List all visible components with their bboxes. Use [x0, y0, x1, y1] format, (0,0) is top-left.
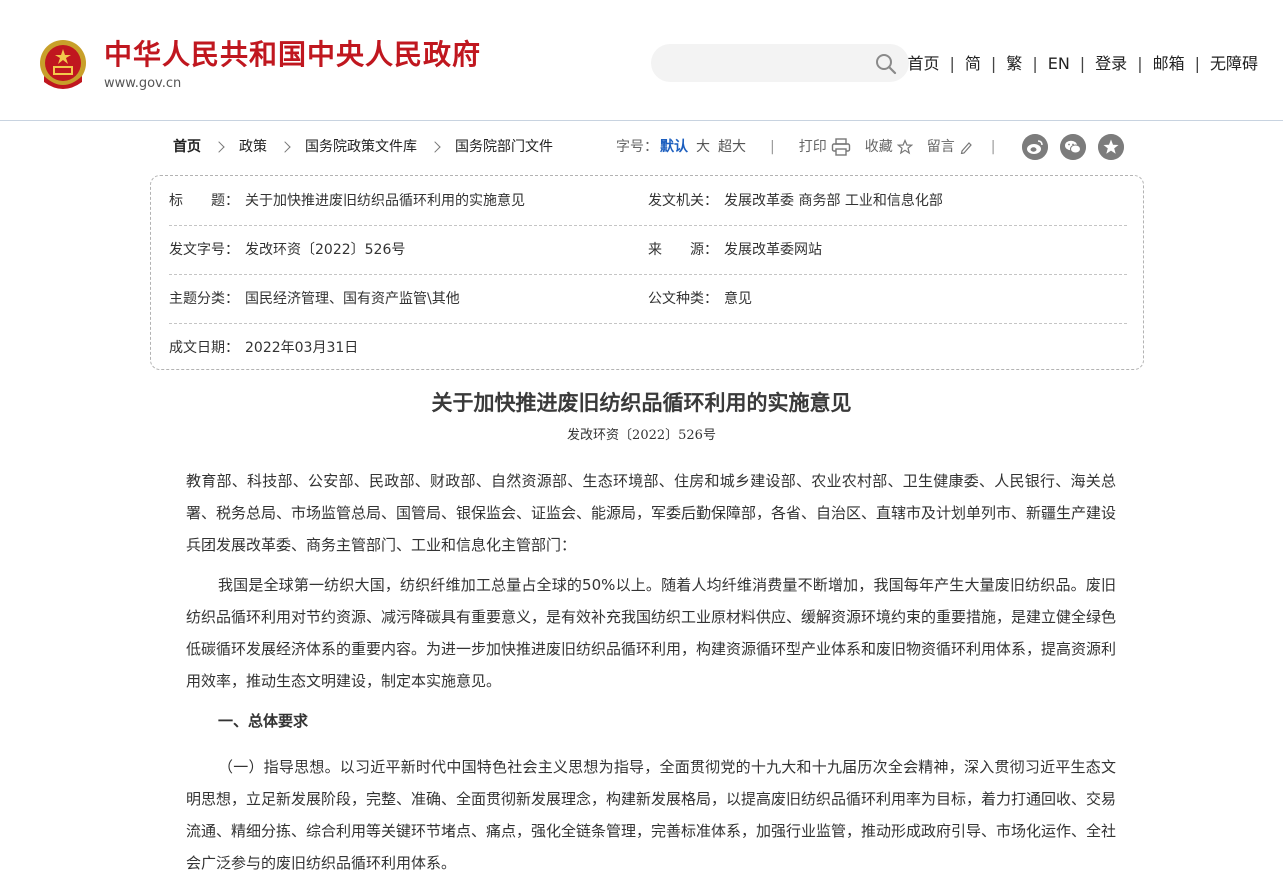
- printer-icon: [831, 138, 850, 156]
- meta-topic: 主题分类： 国民经济管理、国有资产监管\其他: [169, 289, 460, 309]
- meta-row: 主题分类： 国民经济管理、国有资产监管\其他 公文种类： 意见: [169, 274, 1127, 324]
- toolbar-separator: |: [990, 139, 996, 155]
- document-meta-box: 标 题： 关于加快推进废旧纺织品循环利用的实施意见 发文机关： 发展改革委 商务部 …: [150, 175, 1144, 370]
- search-input[interactable]: [667, 52, 871, 76]
- meta-label: 发文字号：: [169, 242, 239, 258]
- font-size-large[interactable]: 大: [696, 136, 710, 158]
- print-label: 打印: [798, 139, 827, 155]
- article-docno: 发改环资〔2022〕526号: [567, 428, 716, 443]
- meta-value: 意见: [724, 291, 752, 307]
- meta-label: 主题分类：: [169, 291, 239, 307]
- font-size-xlarge[interactable]: 超大: [718, 136, 746, 158]
- article-intro: 我国是全球第一纺织大国，纺织纤维加工总量占全球的50%以上。随着人均纤维消费量不…: [186, 576, 1117, 690]
- meta-value: 关于加快推进废旧纺织品循环利用的实施意见: [245, 193, 525, 209]
- meta-row: 标 题： 关于加快推进废旧纺织品循环利用的实施意见 发文机关： 发展改革委 商务部 …: [169, 176, 1127, 226]
- favorite-star-icon[interactable]: [1098, 134, 1124, 160]
- meta-label: 公文种类：: [648, 291, 718, 307]
- meta-row: 成文日期： 2022年03月31日: [169, 323, 1127, 372]
- breadcrumb-department-docs[interactable]: 国务院部门文件: [455, 136, 553, 158]
- weibo-icon[interactable]: [1022, 134, 1048, 160]
- meta-docno: 发文字号： 发改环资〔2022〕526号: [169, 240, 405, 260]
- toolbar-separator: |: [770, 139, 775, 155]
- article-toolbar: 字号： 默认 大 超大 | 打印 收藏 留言 |: [616, 136, 995, 158]
- comment-button[interactable]: 留言: [927, 136, 973, 158]
- nav-separator: |: [1194, 54, 1200, 73]
- nav-mail[interactable]: 邮箱: [1153, 52, 1185, 76]
- meta-value: 发改环资〔2022〕526号: [245, 242, 406, 258]
- section-heading: 一、总体要求: [218, 712, 309, 730]
- meta-date: 成文日期： 2022年03月31日: [169, 338, 358, 358]
- nav-traditional[interactable]: 繁: [1006, 52, 1022, 76]
- breadcrumb-home[interactable]: 首页: [173, 136, 201, 158]
- nav-simplified[interactable]: 简: [965, 52, 981, 76]
- site-name[interactable]: 中华人民共和国中央人民政府: [104, 37, 481, 73]
- site-url[interactable]: www.gov.cn: [104, 75, 181, 93]
- breadcrumb: 首页 政策 国务院政策文件库 国务院部门文件: [173, 136, 553, 158]
- comment-label: 留言: [926, 139, 955, 155]
- nav-english[interactable]: EN: [1048, 52, 1070, 76]
- nav-separator: |: [1032, 54, 1038, 73]
- nav-home[interactable]: 首页: [907, 52, 939, 76]
- nav-login[interactable]: 登录: [1095, 52, 1127, 76]
- favorite-button[interactable]: 收藏: [865, 136, 913, 158]
- meta-label: 标 题：: [169, 193, 239, 209]
- nav-accessibility[interactable]: 无障碍: [1210, 52, 1258, 76]
- nav-separator: |: [1137, 54, 1143, 73]
- nav-separator: |: [990, 54, 997, 73]
- search-icon[interactable]: [875, 53, 897, 75]
- chevron-right-icon: [213, 141, 225, 153]
- meta-source: 来 源： 发展改革委网站: [648, 240, 822, 260]
- meta-row: 发文字号： 发改环资〔2022〕526号 来 源： 发展改革委网站: [169, 225, 1127, 275]
- article-title: 关于加快推进废旧纺织品循环利用的实施意见: [431, 390, 852, 415]
- pencil-icon: [960, 142, 972, 154]
- meta-value: 发展改革委 商务部 工业和信息化部: [724, 193, 943, 209]
- article-paragraph: （一）指导思想。以习近平新时代中国特色社会主义思想为指导，全面贯彻党的十九大和十…: [186, 758, 1117, 872]
- meta-issuer: 发文机关： 发展改革委 商务部 工业和信息化部: [648, 191, 943, 211]
- font-size-default[interactable]: 默认: [660, 136, 688, 158]
- meta-label: 来 源：: [648, 242, 718, 258]
- meta-label: 发文机关：: [648, 193, 718, 209]
- breadcrumb-policy-library[interactable]: 国务院政策文件库: [305, 136, 417, 158]
- print-button[interactable]: 打印: [799, 136, 851, 158]
- chevron-right-icon: [429, 141, 441, 153]
- meta-label: 成文日期：: [169, 340, 239, 356]
- top-nav: 首页 | 简 | 繁 | EN | 登录 | 邮箱 | 无障碍: [907, 52, 1258, 76]
- site-header: 中华人民共和国中央人民政府 www.gov.cn 首页 | 简 | 繁 | EN…: [0, 0, 1283, 121]
- favorite-label: 收藏: [864, 139, 893, 155]
- meta-type: 公文种类： 意见: [648, 289, 752, 309]
- nav-separator: |: [1079, 54, 1086, 73]
- meta-value: 国民经济管理、国有资产监管\其他: [245, 291, 460, 307]
- meta-title: 标 题： 关于加快推进废旧纺织品循环利用的实施意见: [169, 191, 525, 211]
- font-size-label: 字号：: [616, 139, 658, 155]
- article-addressee: 教育部、科技部、公安部、民政部、财政部、自然资源部、生态环境部、住房和城乡建设部…: [186, 472, 1117, 554]
- star-outline-icon: [896, 139, 913, 155]
- wechat-icon[interactable]: [1060, 134, 1086, 160]
- national-emblem-icon[interactable]: [38, 38, 88, 92]
- breadcrumb-policy[interactable]: 政策: [239, 136, 267, 158]
- chevron-right-icon: [279, 141, 291, 153]
- nav-separator: |: [949, 54, 955, 73]
- meta-value: 发展改革委网站: [724, 242, 822, 258]
- search-box: [651, 44, 909, 82]
- meta-value: 2022年03月31日: [245, 340, 359, 356]
